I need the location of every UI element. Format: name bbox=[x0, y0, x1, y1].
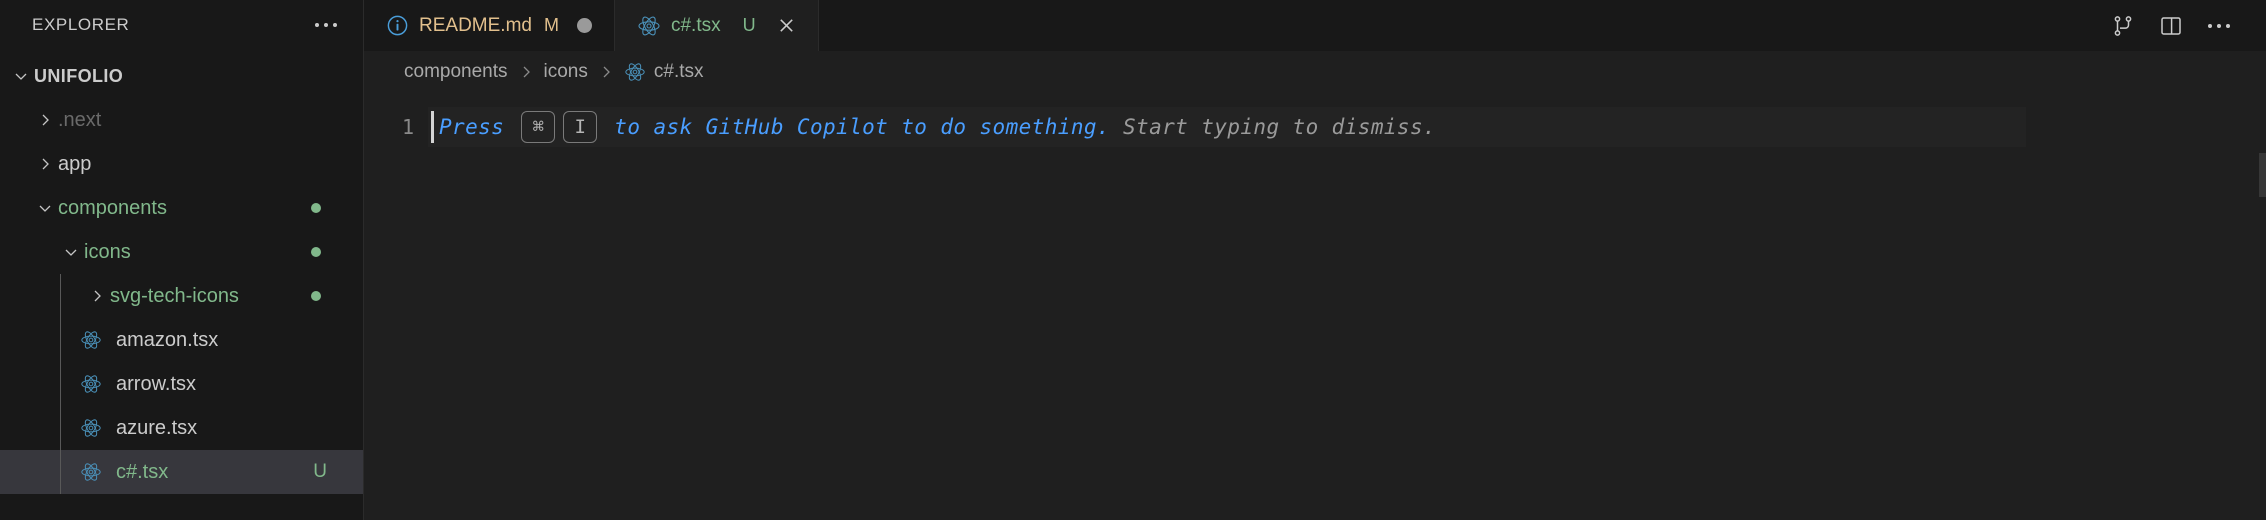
react-icon bbox=[76, 329, 106, 351]
breadcrumb-item-icons[interactable]: icons bbox=[540, 58, 592, 86]
breadcrumb-label: components bbox=[404, 61, 508, 82]
source-control-split-icon[interactable] bbox=[2102, 5, 2144, 47]
tab-dirty-indicator[interactable] bbox=[576, 18, 592, 33]
ghost-text-middle: to ask GitHub Copilot to do something. bbox=[601, 115, 1110, 139]
explorer-title: EXPLORER bbox=[32, 15, 130, 34]
git-status-dot bbox=[311, 203, 321, 213]
indent-guide bbox=[60, 362, 61, 406]
react-icon bbox=[637, 14, 661, 38]
tree-item-label: c#.tsx bbox=[116, 460, 169, 483]
explorer-more-actions-icon[interactable] bbox=[311, 17, 341, 33]
git-status-dot bbox=[311, 247, 321, 257]
tab-status-badge: U bbox=[742, 15, 756, 35]
keycap-command-icon: ⌘ bbox=[521, 111, 556, 143]
code-editor[interactable]: 1 Press ⌘ I to ask GitHub Copilot to do … bbox=[364, 93, 2266, 520]
tree-item-csharp-tsx[interactable]: c#.tsx U bbox=[0, 450, 363, 494]
tree-item-label: azure.tsx bbox=[116, 416, 198, 439]
text-cursor bbox=[431, 111, 434, 143]
chevron-right-icon bbox=[512, 64, 540, 80]
tree-item-components[interactable]: components bbox=[0, 186, 363, 230]
tree-item-svg-tech-icons[interactable]: svg-tech-icons bbox=[0, 274, 363, 318]
keycap-i: I bbox=[563, 111, 598, 143]
tree-item-amazon-tsx[interactable]: amazon.tsx bbox=[0, 318, 363, 362]
react-icon bbox=[624, 61, 646, 83]
chevron-right-icon bbox=[592, 64, 620, 80]
tree-item-azure-tsx[interactable]: azure.tsx bbox=[0, 406, 363, 450]
tab-bar: README.md M c#.tsx U bbox=[364, 0, 2266, 51]
ghost-text-prefix: Press bbox=[439, 115, 518, 139]
indent-guide bbox=[60, 406, 61, 450]
copilot-ghost-hint[interactable]: Press ⌘ I to ask GitHub Copilot to do so… bbox=[428, 107, 2026, 147]
editor-scrollbar[interactable] bbox=[2259, 153, 2266, 197]
info-icon bbox=[386, 14, 409, 37]
chevron-right-icon bbox=[84, 288, 110, 304]
tree-item-label: amazon.tsx bbox=[116, 328, 219, 351]
tree-item-label: components bbox=[58, 196, 167, 219]
breadcrumb-item-components[interactable]: components bbox=[400, 58, 512, 86]
tree-root-unifolio[interactable]: UNIFOLIO bbox=[0, 54, 363, 98]
git-status-badge: U bbox=[313, 461, 327, 482]
split-editor-icon[interactable] bbox=[2150, 5, 2192, 47]
react-icon bbox=[76, 417, 106, 439]
chevron-down-icon bbox=[8, 68, 34, 84]
breadcrumb: components icons c#.tsx bbox=[364, 51, 2266, 93]
tree-item-label: .next bbox=[58, 108, 102, 131]
tab-csharp-tsx[interactable]: c#.tsx U bbox=[614, 0, 819, 51]
breadcrumb-label: icons bbox=[543, 61, 588, 82]
breadcrumb-label: c#.tsx bbox=[653, 61, 704, 82]
indent-guide bbox=[60, 450, 61, 494]
breadcrumb-item-csharp-tsx[interactable]: c#.tsx bbox=[620, 58, 708, 86]
tree-root-label: UNIFOLIO bbox=[34, 65, 124, 86]
tree-item-arrow-tsx[interactable]: arrow.tsx bbox=[0, 362, 363, 406]
chevron-right-icon bbox=[32, 112, 58, 128]
indent-guide bbox=[60, 318, 61, 362]
more-actions-icon[interactable] bbox=[2198, 5, 2240, 47]
workbench: EXPLORER UNIFOLIO .next app components i… bbox=[0, 0, 2266, 520]
explorer-sidebar: EXPLORER UNIFOLIO .next app components i… bbox=[0, 0, 364, 520]
tree-item-icons[interactable]: icons bbox=[0, 230, 363, 274]
react-icon bbox=[76, 373, 106, 395]
tree-item-label: svg-tech-icons bbox=[110, 284, 239, 307]
chevron-right-icon bbox=[32, 156, 58, 172]
tab-close-icon[interactable] bbox=[772, 11, 802, 41]
git-status-dot bbox=[311, 291, 321, 301]
editor-actions bbox=[2102, 0, 2266, 51]
chevron-down-icon bbox=[58, 244, 84, 260]
tab-label: c#.tsx bbox=[670, 14, 721, 36]
tree-item-label: icons bbox=[84, 240, 131, 263]
file-tree: UNIFOLIO .next app components icons svg-… bbox=[0, 50, 363, 520]
tab-readme-md[interactable]: README.md M bbox=[364, 0, 615, 51]
tree-item-next[interactable]: .next bbox=[0, 98, 363, 142]
line-number: 1 bbox=[401, 115, 414, 139]
react-icon bbox=[76, 461, 106, 483]
ghost-text-suffix: Start typing to dismiss. bbox=[1109, 115, 1437, 139]
tab-status-badge: M bbox=[543, 15, 559, 35]
tree-item-app[interactable]: app bbox=[0, 142, 363, 186]
tab-label: README.md bbox=[419, 14, 532, 36]
tree-item-label: app bbox=[58, 152, 92, 175]
tab-list: README.md M c#.tsx U bbox=[364, 0, 819, 51]
chevron-down-icon bbox=[32, 200, 58, 216]
editor-group: README.md M c#.tsx U components icons c#… bbox=[364, 0, 2266, 520]
indent-guide bbox=[60, 274, 61, 318]
tree-item-label: arrow.tsx bbox=[116, 372, 197, 395]
editor-line-1: 1 Press ⌘ I to ask GitHub Copilot to do … bbox=[364, 107, 2266, 147]
explorer-header: EXPLORER bbox=[0, 0, 363, 50]
